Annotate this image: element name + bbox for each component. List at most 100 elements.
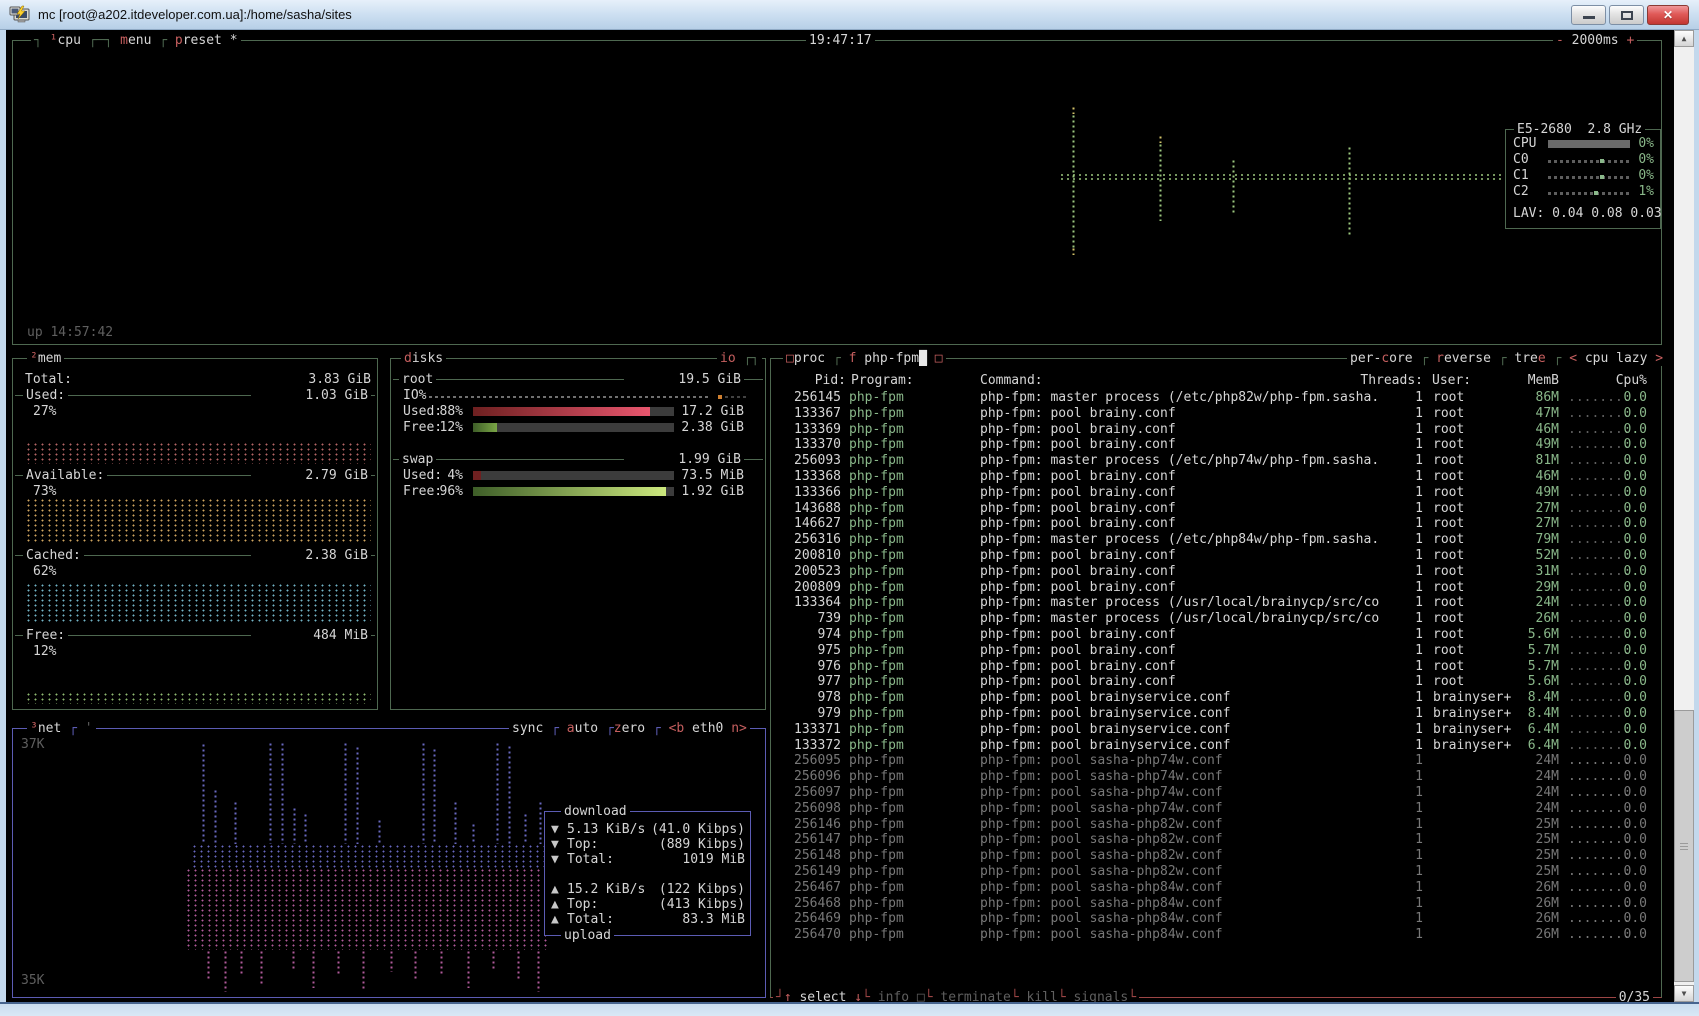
titlebar[interactable]: mc [root@a202.itdeveloper.com.ua]:/home/… — [0, 0, 1699, 30]
process-row[interactable]: 974 php-fpm php-fpm: pool brainy.conf 1 … — [771, 627, 1661, 643]
disk-root-name: root — [399, 372, 436, 387]
process-program: php-fpm — [849, 927, 904, 942]
process-command: php-fpm: pool brainyservice.conf — [980, 706, 1384, 721]
scrollbar[interactable]: ▲ ▼ — [1674, 30, 1694, 1002]
process-row[interactable]: 256098 php-fpm php-fpm: pool sasha-php74… — [771, 801, 1661, 817]
net-download-spike — [523, 813, 527, 844]
process-user: root — [1433, 437, 1464, 452]
process-row[interactable]: 133372 php-fpm php-fpm: pool brainyservi… — [771, 738, 1661, 754]
process-row[interactable]: 976 php-fpm php-fpm: pool brainy.conf 1 … — [771, 659, 1661, 675]
cpu-tab[interactable]: ┐ ¹cpu ┌─┐ menu ┌ preset * — [31, 33, 241, 48]
process-program: php-fpm — [849, 880, 904, 895]
process-cpu: 0.0 — [1597, 595, 1647, 610]
process-row[interactable]: 133368 php-fpm php-fpm: pool brainy.conf… — [771, 469, 1661, 485]
window-frame-right — [1694, 30, 1699, 1016]
disk-root-used-bar — [473, 407, 674, 416]
process-user: root — [1433, 485, 1464, 500]
col-header-mem[interactable]: MemB — [1499, 373, 1559, 388]
process-threads: 1 — [1383, 832, 1423, 847]
process-cpu: 0.0 — [1597, 659, 1647, 674]
process-row[interactable]: 256469 php-fpm php-fpm: pool sasha-php84… — [771, 911, 1661, 927]
download-total-label: Total: — [567, 852, 614, 867]
process-command: php-fpm: pool brainy.conf — [980, 627, 1384, 642]
process-row[interactable]: 256470 php-fpm php-fpm: pool sasha-php84… — [771, 927, 1661, 943]
maximize-button[interactable] — [1609, 5, 1644, 25]
cpu-gauge-box: E5-2680 2.8 GHz CPU 0% C0 0% C1 — [1505, 129, 1661, 229]
process-row[interactable]: 256467 php-fpm php-fpm: pool sasha-php84… — [771, 880, 1661, 896]
process-row[interactable]: 975 php-fpm php-fpm: pool brainy.conf 1 … — [771, 643, 1661, 659]
process-row[interactable]: 979 php-fpm php-fpm: pool brainyservice.… — [771, 706, 1661, 722]
cpu-model-label: E5-2680 2.8 GHz — [1514, 122, 1645, 137]
process-row[interactable]: 200809 php-fpm php-fpm: pool brainy.conf… — [771, 580, 1661, 596]
scrollbar-thumb[interactable] — [1674, 710, 1694, 982]
minimize-button[interactable] — [1571, 5, 1606, 25]
disks-io-tab[interactable]: io ┌┐ — [717, 351, 762, 366]
process-row[interactable]: 256148 php-fpm php-fpm: pool sasha-php82… — [771, 848, 1661, 864]
process-row[interactable]: 256093 php-fpm php-fpm: master process (… — [771, 453, 1661, 469]
process-command: php-fpm: pool brainy.conf — [980, 580, 1384, 595]
col-header-program[interactable]: Program: — [851, 373, 914, 388]
process-mem: 25M — [1499, 817, 1559, 832]
process-cpu: 0.0 — [1597, 501, 1647, 516]
process-mem: 5.7M — [1499, 659, 1559, 674]
col-header-user[interactable]: User: — [1432, 373, 1471, 388]
cpu-graph-spike — [1071, 114, 1075, 249]
refresh-interval-control[interactable]: - 2000ms + — [1553, 33, 1637, 48]
cpu-core-label: C1 — [1513, 168, 1529, 183]
process-row[interactable]: 977 php-fpm php-fpm: pool brainy.conf 1 … — [771, 674, 1661, 690]
process-mem: 52M — [1499, 548, 1559, 563]
process-cpu: 0.0 — [1597, 564, 1647, 579]
process-command: php-fpm: pool sasha-php74w.conf — [980, 769, 1384, 784]
process-mem: 26M — [1499, 880, 1559, 895]
col-header-pid[interactable]: Pid: — [771, 373, 846, 388]
process-row[interactable]: 133364 php-fpm php-fpm: master process (… — [771, 595, 1661, 611]
process-row[interactable]: 978 php-fpm php-fpm: pool brainyservice.… — [771, 690, 1661, 706]
net-tab[interactable]: ³net ┌ ' — [27, 721, 96, 736]
process-command: php-fpm: pool brainy.conf — [980, 674, 1384, 689]
process-mem: 24M — [1499, 785, 1559, 800]
process-row[interactable]: 133367 php-fpm php-fpm: pool brainy.conf… — [771, 406, 1661, 422]
process-row[interactable]: 256095 php-fpm php-fpm: pool sasha-php74… — [771, 753, 1661, 769]
proc-view-controls[interactable]: per-core ┌ reverse ┌ tree ┌ < cpu lazy > — [1347, 351, 1666, 366]
net-upload-spike — [311, 950, 315, 988]
process-row[interactable]: 739 php-fpm php-fpm: master process (/us… — [771, 611, 1661, 627]
process-row[interactable]: 200523 php-fpm php-fpm: pool brainy.conf… — [771, 564, 1661, 580]
process-row[interactable]: 256316 php-fpm php-fpm: master process (… — [771, 532, 1661, 548]
process-cpu: 0.0 — [1597, 532, 1647, 547]
process-row[interactable]: 256145 php-fpm php-fpm: master process (… — [771, 390, 1661, 406]
col-header-threads[interactable]: Threads: — [1353, 373, 1423, 388]
scroll-up-arrow-icon[interactable]: ▲ — [1674, 30, 1694, 47]
process-row[interactable]: 256097 php-fpm php-fpm: pool sasha-php74… — [771, 785, 1661, 801]
scroll-down-arrow-icon[interactable]: ▼ — [1674, 985, 1694, 1002]
process-row[interactable]: 143688 php-fpm php-fpm: pool brainy.conf… — [771, 501, 1661, 517]
net-controls[interactable]: sync ┌ auto ┌zero ┌ <b eth0 n> — [509, 721, 750, 736]
process-row[interactable]: 256468 php-fpm php-fpm: pool sasha-php84… — [771, 896, 1661, 912]
process-cpu: 0.0 — [1597, 516, 1647, 531]
process-row[interactable]: 256147 php-fpm php-fpm: pool sasha-php82… — [771, 832, 1661, 848]
process-row[interactable]: 146627 php-fpm php-fpm: pool brainy.conf… — [771, 516, 1661, 532]
process-program: php-fpm — [849, 801, 904, 816]
process-row[interactable]: 133366 php-fpm php-fpm: pool brainy.conf… — [771, 485, 1661, 501]
cpu-core-track — [1548, 160, 1630, 163]
process-row[interactable]: 133371 php-fpm php-fpm: pool brainyservi… — [771, 722, 1661, 738]
process-command: php-fpm: pool brainy.conf — [980, 564, 1384, 579]
net-download-spike — [280, 742, 284, 844]
process-row[interactable]: 256096 php-fpm php-fpm: pool sasha-php74… — [771, 769, 1661, 785]
disk-root-size: 19.5 GiB — [624, 372, 744, 387]
process-pid: 133371 — [771, 722, 841, 737]
process-command: php-fpm: pool sasha-php84w.conf — [980, 911, 1384, 926]
disks-tab[interactable]: disks — [401, 351, 446, 366]
net-download-spike — [233, 801, 237, 844]
process-row[interactable]: 133369 php-fpm php-fpm: pool brainy.conf… — [771, 422, 1661, 438]
disks-panel: disks io ┌┐ root 19.5 GiB IO% Used: 88% … — [390, 358, 766, 710]
col-header-command[interactable]: Command: — [980, 373, 1043, 388]
process-row[interactable]: 256146 php-fpm php-fpm: pool sasha-php82… — [771, 817, 1661, 833]
process-pid: 200810 — [771, 548, 841, 563]
close-button[interactable]: ✕ — [1647, 5, 1689, 25]
process-row[interactable]: 256149 php-fpm php-fpm: pool sasha-php82… — [771, 864, 1661, 880]
proc-tab-and-filter[interactable]: □proc ┌ f php-fpm█ □ — [783, 351, 946, 366]
mem-tab[interactable]: ²mem — [27, 351, 64, 366]
process-row[interactable]: 133370 php-fpm php-fpm: pool brainy.conf… — [771, 437, 1661, 453]
col-header-cpu[interactable]: Cpu% — [1597, 373, 1647, 388]
process-row[interactable]: 200810 php-fpm php-fpm: pool brainy.conf… — [771, 548, 1661, 564]
